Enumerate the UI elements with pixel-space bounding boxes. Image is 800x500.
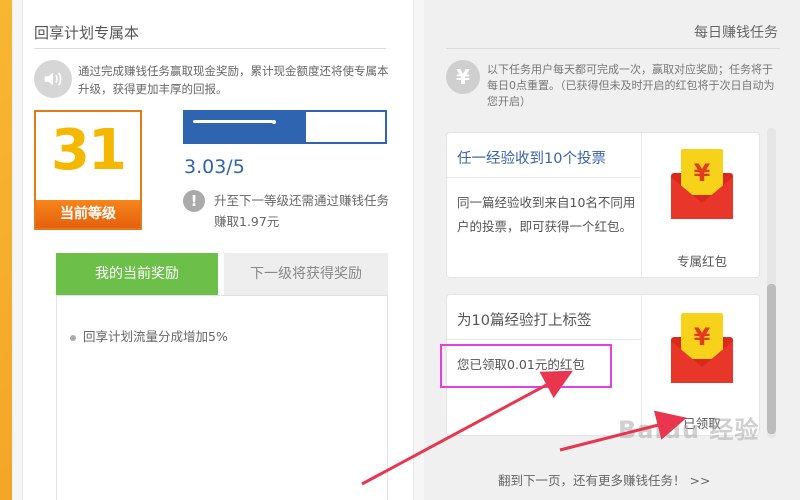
level-progress-bar — [183, 110, 387, 144]
red-envelope-icon[interactable]: ¥ — [669, 147, 735, 221]
next-page-link[interactable]: 翻到下一页，还有更多赚钱任务！ >> — [498, 470, 710, 489]
task-title: 为10篇经验打上标签 — [457, 313, 592, 329]
scrollbar-thumb[interactable] — [767, 284, 776, 434]
task-divider — [447, 339, 641, 340]
task-card: 任一经验收到10个投票 同一篇经验收到来自10名不同用户的投票，即可获得一个红包… — [446, 132, 760, 278]
progress-fill — [185, 112, 307, 142]
title-divider — [34, 48, 386, 49]
panel-description: 通过完成赚钱任务赢取现金奖励，累计现金额度还将使专属本升级，获得更加丰厚的回报。 — [78, 64, 389, 96]
baidu-watermark: Baidu 经验 — [618, 416, 760, 444]
reward-label: 专属红包 — [676, 254, 727, 269]
task-title: 任一经验收到10个投票 — [457, 151, 606, 167]
daily-tasks-title: 每日赚钱任务 — [694, 25, 778, 41]
tab-current-reward[interactable]: 我的当前奖励 — [56, 253, 218, 303]
svg-text:¥: ¥ — [694, 323, 711, 351]
svg-text:¥: ¥ — [694, 159, 711, 187]
progress-value: 3.03/5 — [184, 156, 245, 178]
task-divider — [447, 177, 641, 178]
level-number: 31 — [51, 118, 127, 183]
upgrade-info: 升至下一等级还需通过赚钱任务赚取1.97元 — [214, 193, 390, 229]
title-divider — [446, 48, 780, 49]
daily-tasks-description: 以下任务用户每天都可完成一次，赢取对应奖励；任务将于每日0点重置。（已获得但未及… — [487, 63, 775, 108]
card-divider — [641, 133, 642, 277]
exclamation-icon: ! — [183, 190, 205, 212]
scrollbar-track[interactable] — [767, 128, 776, 438]
panel-title: 回享计划专属本 — [34, 24, 140, 42]
current-level-badge: 31 当前等级 — [34, 110, 142, 230]
task-description: 同一篇经验收到来自10名不同用户的投票，即可获得一个红包。 — [457, 195, 636, 234]
speaker-icon — [34, 60, 72, 98]
red-envelope-icon: ¥ — [671, 313, 733, 383]
tab-next-level-reward[interactable]: 下一级将获得奖励 — [224, 253, 388, 295]
level-label: 当前等级 — [36, 200, 140, 228]
annotation-highlight-box — [440, 344, 612, 388]
yen-icon: ¥ — [446, 60, 480, 94]
reward-list-item: 回享计划流量分成增加5% — [70, 326, 228, 345]
